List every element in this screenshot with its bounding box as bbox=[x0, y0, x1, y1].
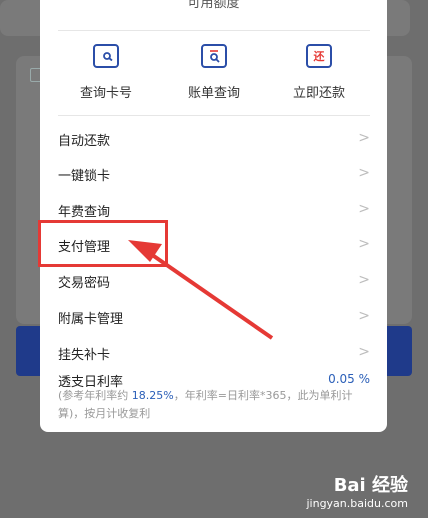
menu-item-label: 挂失补卡 bbox=[58, 348, 111, 363]
menu-item-label: 自动还款 bbox=[58, 134, 111, 149]
menu-item-label: 一键锁卡 bbox=[58, 169, 111, 184]
chevron-right-icon: > bbox=[358, 308, 370, 324]
chevron-right-icon: > bbox=[358, 201, 370, 217]
quick-action-repay-now[interactable]: 还 立即还款 bbox=[269, 44, 369, 101]
watermark: Bai 经验 jingyan.baidu.com bbox=[306, 471, 408, 510]
rate-note: (参考年利率约 18.25%，年利率=日利率*365，此为单利计算)，按月计收复… bbox=[58, 389, 353, 420]
quick-action-label: 立即还款 bbox=[292, 86, 345, 101]
menu-item-transaction-password[interactable]: 交易密码 > bbox=[58, 263, 370, 299]
menu-item-lock-card[interactable]: 一键锁卡 > bbox=[58, 156, 370, 192]
divider bbox=[58, 30, 370, 31]
menu-item-label: 附属卡管理 bbox=[58, 312, 124, 327]
divider bbox=[58, 115, 370, 116]
available-limit-label: 可用额度 bbox=[187, 0, 240, 11]
quick-action-query-card-number[interactable]: 查询卡号 bbox=[56, 44, 156, 101]
repay-icon: 还 bbox=[306, 44, 332, 68]
quick-action-label: 账单查询 bbox=[187, 86, 240, 101]
menu-item-label: 年费查询 bbox=[58, 205, 111, 220]
bill-search-icon bbox=[201, 44, 227, 68]
menu-item-supplementary-card[interactable]: 附属卡管理 > bbox=[58, 299, 370, 335]
annotation-highlight-box bbox=[38, 220, 168, 267]
chevron-right-icon: > bbox=[358, 344, 370, 360]
quick-action-label: 查询卡号 bbox=[79, 86, 132, 101]
chevron-right-icon: > bbox=[358, 236, 370, 252]
quick-action-bill-query[interactable]: 账单查询 bbox=[164, 44, 264, 101]
watermark-url: jingyan.baidu.com bbox=[306, 497, 408, 510]
chevron-right-icon: > bbox=[358, 130, 370, 146]
chevron-right-icon: > bbox=[358, 272, 370, 288]
menu-item-report-loss[interactable]: 挂失补卡 > bbox=[58, 335, 370, 371]
chevron-right-icon: > bbox=[358, 165, 370, 181]
overdraft-rate-value: 0.05 % bbox=[328, 372, 370, 386]
watermark-logo: Bai 经验 bbox=[333, 475, 408, 496]
card-actions-sheet: 可用额度 查询卡号 账单查询 还 立即还款 自动还款 > 一键锁卡 > 年费查询… bbox=[40, 0, 387, 432]
card-search-icon bbox=[93, 44, 119, 68]
menu-item-auto-repay[interactable]: 自动还款 > bbox=[58, 121, 370, 157]
menu-item-label: 交易密码 bbox=[58, 276, 111, 291]
